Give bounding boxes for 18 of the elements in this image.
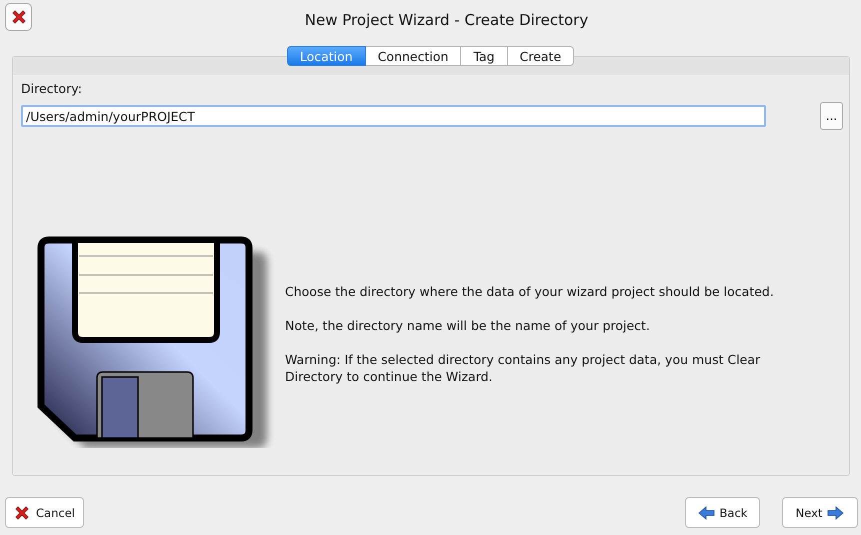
window-title: New Project Wizard - Create Directory bbox=[304, 10, 590, 29]
tab[interactable]: Connection bbox=[366, 46, 462, 66]
left-arrow-icon bbox=[698, 506, 715, 520]
tab[interactable]: Create bbox=[508, 46, 574, 66]
directory-field[interactable]: /Users/admin/yourPROJECT bbox=[21, 105, 766, 127]
next-button[interactable]: Next bbox=[782, 497, 858, 528]
close-icon bbox=[10, 9, 26, 25]
cancel-icon bbox=[14, 504, 30, 520]
tab[interactable]: Tag bbox=[461, 46, 508, 66]
right-arrow-icon bbox=[827, 506, 844, 520]
back-button[interactable]: Back bbox=[685, 497, 760, 528]
cancel-button[interactable]: Cancel bbox=[5, 497, 84, 528]
description-text: Choose the directory where the data of your wizard project should be located. bbox=[285, 282, 775, 300]
browse-button[interactable]: ... bbox=[820, 102, 843, 130]
description-text: Note, the directory name will be the name of your project. bbox=[285, 316, 651, 334]
directory-label: Directory: bbox=[21, 81, 82, 96]
close-button[interactable] bbox=[5, 3, 32, 31]
description-text: Warning: If the selected directory contains any project data, you must Clear Directory to continue the Wizard. bbox=[285, 350, 762, 384]
